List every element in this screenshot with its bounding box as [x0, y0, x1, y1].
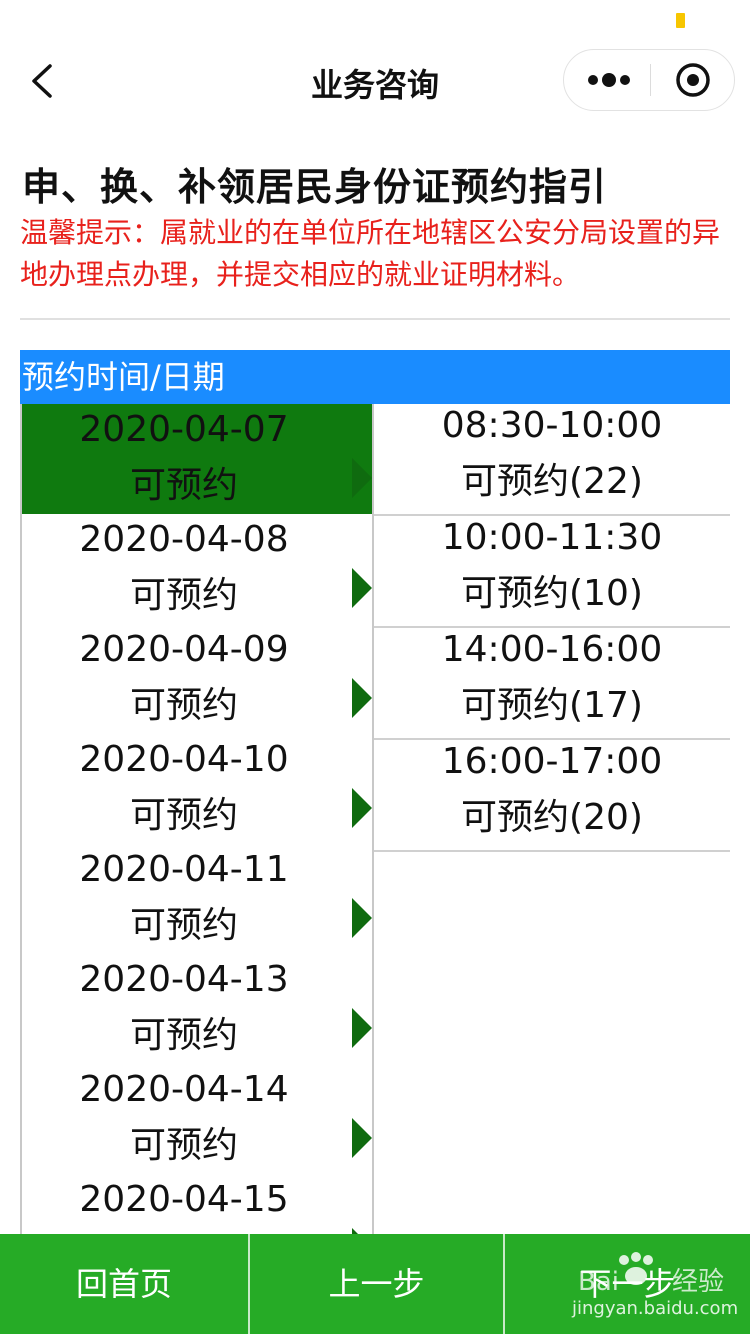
close-button[interactable] [651, 50, 735, 110]
svg-text:Bai: Bai [578, 1267, 619, 1296]
date-status: 可预约 [129, 465, 238, 506]
slot-time: 10:00-11:30 [441, 517, 663, 558]
slot-availability: 可预约(17) [461, 685, 643, 726]
date-label: 2020-04-14 [79, 1069, 289, 1110]
date-status: 可预约 [129, 905, 238, 946]
time-slot[interactable]: 16:00-17:00 可预约(20) [374, 740, 730, 852]
date-item[interactable]: 2020-04-09 可预约 [22, 624, 372, 734]
date-label: 2020-04-13 [79, 959, 289, 1000]
slot-availability: 可预约(10) [461, 573, 643, 614]
svg-text:经验: 经验 [672, 1267, 724, 1296]
date-item[interactable]: 2020-04-08 可预约 [22, 514, 372, 624]
slot-time: 16:00-17:00 [441, 741, 663, 782]
arrow-right-icon [352, 458, 372, 498]
date-item[interactable]: 2020-04-13 可预约 [22, 954, 372, 1064]
date-label: 2020-04-11 [79, 849, 289, 890]
date-status: 可预约 [129, 685, 238, 726]
arrow-right-icon [352, 1008, 372, 1048]
more-dots-icon [588, 73, 630, 87]
slot-availability: 可预约(20) [461, 797, 643, 838]
home-button[interactable]: 回首页 [0, 1234, 248, 1334]
date-label: 2020-04-09 [79, 629, 289, 670]
slot-availability: 可预约(22) [461, 461, 643, 502]
date-status: 可预约 [129, 575, 238, 616]
more-button[interactable] [564, 50, 650, 110]
status-indicator [676, 13, 685, 28]
date-item[interactable]: 2020-04-10 可预约 [22, 734, 372, 844]
watermark-url: jingyan.baidu.com [572, 1298, 739, 1319]
divider [20, 318, 730, 320]
arrow-right-icon [352, 678, 372, 718]
navbar: 业务咨询 [0, 40, 750, 122]
date-item[interactable]: 2020-04-15 [22, 1174, 372, 1234]
arrow-right-icon [352, 788, 372, 828]
date-label: 2020-04-07 [79, 409, 289, 450]
date-item[interactable]: 2020-04-14 可预约 [22, 1064, 372, 1174]
arrow-right-icon [352, 1118, 372, 1158]
date-label: 2020-04-08 [79, 519, 289, 560]
arrow-right-icon [352, 568, 372, 608]
time-slot[interactable]: 10:00-11:30 可预约(10) [374, 516, 730, 628]
baidu-jingyan-watermark: Bai 经验 jingyan.baidu.com [572, 1250, 742, 1320]
time-slot[interactable]: 14:00-16:00 可预约(17) [374, 628, 730, 740]
date-item[interactable]: 2020-04-07 可预约 [22, 404, 372, 514]
arrow-right-icon [352, 898, 372, 938]
prev-step-button[interactable]: 上一步 [250, 1234, 503, 1334]
paw-logo-icon: Bai 经验 [578, 1252, 724, 1297]
date-label: 2020-04-10 [79, 739, 289, 780]
date-status: 可预约 [129, 1125, 238, 1166]
mini-program-capsule [563, 49, 735, 111]
slot-time: 14:00-16:00 [441, 629, 663, 670]
target-circle-icon [676, 63, 710, 97]
tip-text: 温馨提示：属就业的在单位所在地辖区公安分局设置的异地办理点办理，并提交相应的就业… [20, 216, 721, 291]
date-list[interactable]: 2020-04-07 可预约 2020-04-08 可预约 2020-04-09… [20, 404, 374, 1234]
date-status: 可预约 [129, 795, 238, 836]
date-label: 2020-04-15 [79, 1179, 289, 1220]
date-status: 可预约 [129, 1015, 238, 1056]
time-slot-list: 08:30-10:00 可预约(22) 10:00-11:30 可预约(10) … [374, 404, 730, 852]
date-item[interactable]: 2020-04-11 可预约 [22, 844, 372, 954]
section-header: 预约时间/日期 [20, 350, 730, 404]
slot-time: 08:30-10:00 [441, 405, 663, 446]
time-slot[interactable]: 08:30-10:00 可预约(22) [374, 404, 730, 516]
guide-title: 申、换、补领居民身份证预约指引 [22, 165, 608, 209]
